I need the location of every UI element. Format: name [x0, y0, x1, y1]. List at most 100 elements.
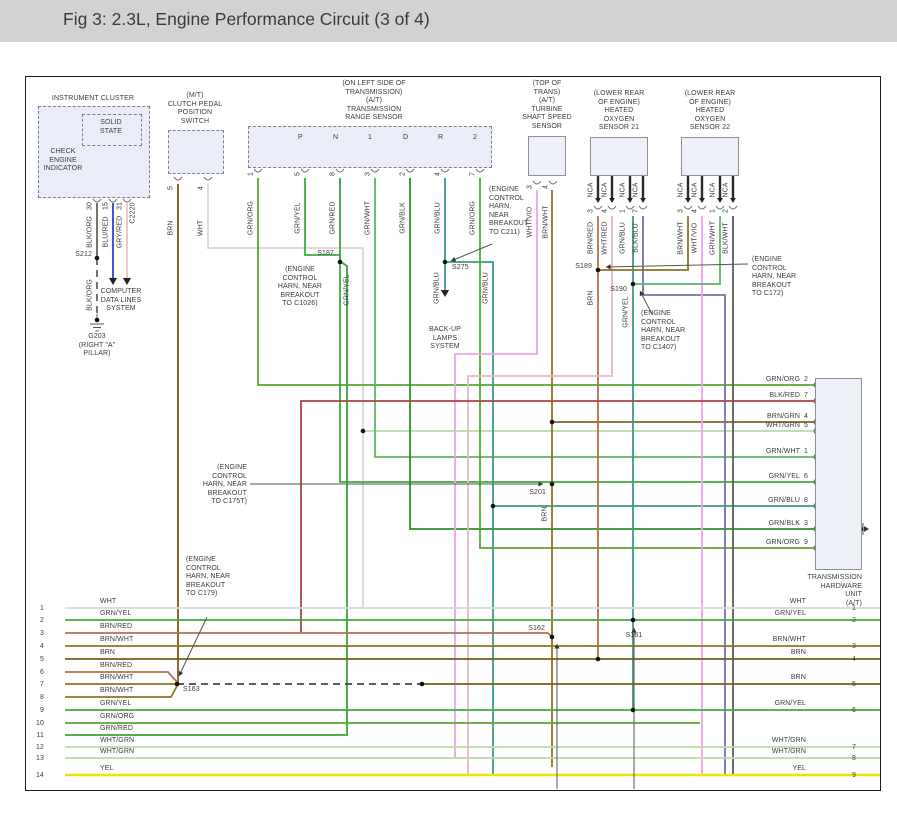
backup-lamps-label: BACK-UP LAMPS SYSTEM [429, 326, 461, 352]
hardware-unit-box [815, 378, 862, 570]
row-wire-label-left: GRN/RED [100, 725, 133, 734]
row-number-left: 12 [36, 744, 44, 753]
hardware-row-pin: 8 [804, 497, 808, 506]
wire-label: BLK/WHT [723, 222, 732, 254]
pin-number: 5 [168, 186, 177, 190]
gear-position-1: 1 [368, 134, 372, 143]
hardware-row-label: WHT/GRN [766, 422, 800, 431]
pin-number: 7 [633, 209, 642, 213]
wire-label: WHT [198, 220, 207, 236]
junction-s189-label: S189 [575, 263, 592, 272]
wire-label: GRN/BLK [400, 202, 409, 233]
check-engine-indicator-label: CHECK ENGINE INDICATOR [44, 148, 83, 174]
turbine-sensor-label: (TOP OF TRANS) (A/T) TURBINE SHAFT SPEED… [522, 80, 572, 132]
gear-position-2: 2 [473, 134, 477, 143]
row-number-right: 3 [852, 643, 856, 652]
row-wire-label-left: GRN/YEL [100, 700, 131, 709]
nca-label: NCA [710, 182, 719, 197]
hardware-row-pin: 3 [804, 520, 808, 529]
wire-label: BRN [588, 290, 597, 305]
pin-number: 8 [330, 172, 339, 176]
row-number-right: 5 [852, 681, 856, 690]
row-wire-label-left: WHT [100, 598, 116, 607]
row-wire-label-left: BRN [100, 649, 115, 658]
row-number-right: 7 [852, 744, 856, 753]
row-number-left: 3 [40, 630, 44, 639]
wire-label: BLK/ORG [87, 216, 96, 248]
wire-label: BLK/BLU [633, 223, 642, 253]
pin-number: 4 [198, 186, 207, 190]
row-wire-label-right: WHT/GRN [772, 737, 806, 746]
row-number-left: 10 [36, 720, 44, 729]
junction-s212-label: S212 [75, 251, 92, 260]
wire-label: GRN/RED [330, 202, 339, 235]
wire-label: WHT/RED [602, 221, 611, 254]
hardware-row-label: GRN/BLU [768, 497, 800, 506]
wire-label: BLU/RED [103, 216, 112, 247]
junction-s163-label: S163 [183, 686, 200, 695]
nca-label: NCA [602, 182, 611, 197]
gear-position-R: R [438, 134, 443, 143]
pin-number: 1 [710, 209, 719, 213]
junction-s201-label: S201 [529, 489, 546, 498]
pin-number: 1 [248, 172, 257, 176]
clutch-switch-label: (M/T) CLUTCH PEDAL POSITION SWITCH [168, 92, 223, 126]
hardware-row-pin: 5 [804, 422, 808, 431]
row-wire-label-right: YEL [792, 765, 806, 774]
row-wire-label-right: WHT [790, 598, 806, 607]
row-number-left: 7 [40, 681, 44, 690]
hardware-row-label: BRN/GRN [767, 413, 800, 422]
wire-label: GRN/ORG [470, 201, 479, 235]
row-wire-label-right: GRN/YEL [775, 610, 806, 619]
nca-label: NCA [723, 182, 732, 197]
wire-label: GRN/ORG [248, 201, 257, 235]
row-number-left: 9 [40, 707, 44, 716]
wire-label: C2220 [130, 202, 139, 223]
range-sensor-box [248, 126, 492, 168]
junction-s161-label: S161 [626, 632, 643, 641]
junction-s162-label: S162 [528, 625, 545, 634]
hardware-row-label: GRN/ORG [766, 539, 800, 548]
wire-label: GRN/YEL [623, 296, 632, 327]
row-wire-label-right: BRN/WHT [773, 636, 806, 645]
wire-label: GRN/YEL [295, 202, 304, 233]
hardware-row-pin: 1 [804, 448, 808, 457]
row-number-left: 5 [40, 656, 44, 665]
row-wire-label-right: BRN [791, 674, 806, 683]
o2-sensor-22-box [681, 137, 739, 176]
row-wire-label-right: GRN/YEL [775, 700, 806, 709]
junction-s190-label: S190 [610, 286, 627, 295]
breakout-note: (ENGINE CONTROL HARN, NEAR BREAKOUT TO C… [641, 310, 685, 353]
pin-number: 5 [295, 172, 304, 176]
breakout-note: (ENGINE CONTROL HARN, NEAR BREAKOUT TO C… [203, 464, 247, 507]
pin-number: 4 [602, 209, 611, 213]
breakout-note: (ENGINE CONTROL HARN, NEAR BREAKOUT TO C… [752, 256, 796, 299]
hardware-row-label: BLK/RED [769, 392, 800, 401]
gear-position-P: P [298, 134, 303, 143]
row-number-left: 8 [40, 694, 44, 703]
hardware-row-pin: 2 [804, 376, 808, 385]
o2-sensor-21-box [590, 137, 648, 176]
wire-label: GRN/BLU [434, 272, 443, 304]
row-wire-label-left: YEL [100, 765, 114, 774]
row-wire-label-left: WHT/GRN [100, 737, 134, 746]
breakout-note: (ENGINE CONTROL HARN, NEAR BREAKOUT TO C… [489, 186, 528, 238]
row-wire-label-left: BRN/WHT [100, 674, 133, 683]
wire-label: GRN/BLU [483, 272, 492, 304]
o2-sensor-22-label: (LOWER REAR OF ENGINE) HEATED OXYGEN SEN… [685, 90, 736, 133]
pin-number: 2 [723, 209, 732, 213]
row-number-right: 2 [852, 617, 856, 626]
breakout-note: (ENGINE CONTROL HARN, NEAR BREAKOUT TO C… [278, 266, 322, 309]
pin-number: 1 [620, 209, 629, 213]
junction-s187-label: S187 [317, 250, 334, 259]
row-number-right: 4 [852, 656, 856, 665]
nca-label: NCA [633, 182, 642, 197]
junction-s275-label: S275 [452, 264, 469, 273]
range-sensor-label: (ON LEFT SIDE OF TRANSMISSION) (A/T) TRA… [342, 80, 405, 123]
wire-label: GRN/WHT [365, 201, 374, 235]
hardware-row-pin: 9 [804, 539, 808, 548]
o2-sensor-21-label: (LOWER REAR OF ENGINE) HEATED OXYGEN SEN… [594, 90, 645, 133]
pin-number: 15 [103, 202, 112, 210]
hardware-row-pin: 4 [804, 413, 808, 422]
pin-number: 31 [117, 202, 126, 210]
